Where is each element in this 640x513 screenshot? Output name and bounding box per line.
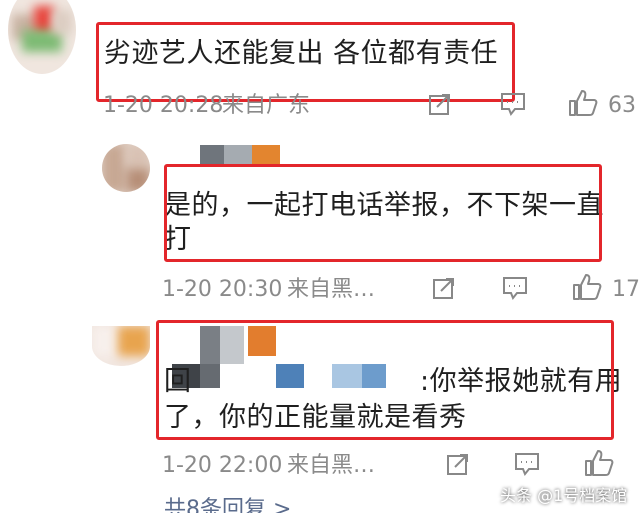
comment-location: 来自黑…	[287, 453, 376, 478]
comment-text-line1: :你举报她就有用	[420, 366, 623, 397]
comment-location: 来自黑…	[287, 277, 376, 302]
like-count: 17	[612, 277, 640, 302]
username-pixelated	[172, 326, 392, 388]
comment-text-line2: 打	[164, 224, 192, 255]
view-replies-link[interactable]: 共8条回复 >	[164, 496, 291, 513]
reply-prefix: 回	[164, 366, 192, 397]
like-icon[interactable]	[572, 273, 602, 301]
like-count: 63	[608, 93, 636, 118]
username-pixelated	[200, 145, 280, 167]
comment-time: 1-20 20:28	[103, 93, 224, 118]
comment-icon[interactable]	[502, 276, 528, 300]
like-icon[interactable]	[568, 89, 598, 117]
watermark: 头条 @1号档案馆	[500, 486, 628, 505]
comment-time: 1-20 22:00	[162, 453, 283, 478]
share-icon[interactable]	[432, 276, 456, 300]
share-icon[interactable]	[428, 92, 452, 116]
like-icon[interactable]	[584, 449, 614, 477]
comment-icon[interactable]	[500, 92, 526, 116]
avatar[interactable]	[92, 326, 150, 366]
comment-text: 劣迹艺人还能复出 各位都有责任	[104, 38, 499, 69]
comment-location: 来自广东	[222, 93, 311, 118]
comment-time: 1-20 20:30	[162, 277, 283, 302]
comment-text-line2: 了，你的正能量就是看秀	[164, 402, 467, 433]
share-icon[interactable]	[446, 452, 470, 476]
comment-text-line1: 是的，一起打电话举报，不下架一直	[164, 190, 604, 221]
avatar[interactable]	[8, 0, 76, 74]
comment-icon[interactable]	[514, 452, 540, 476]
avatar[interactable]	[102, 144, 150, 192]
